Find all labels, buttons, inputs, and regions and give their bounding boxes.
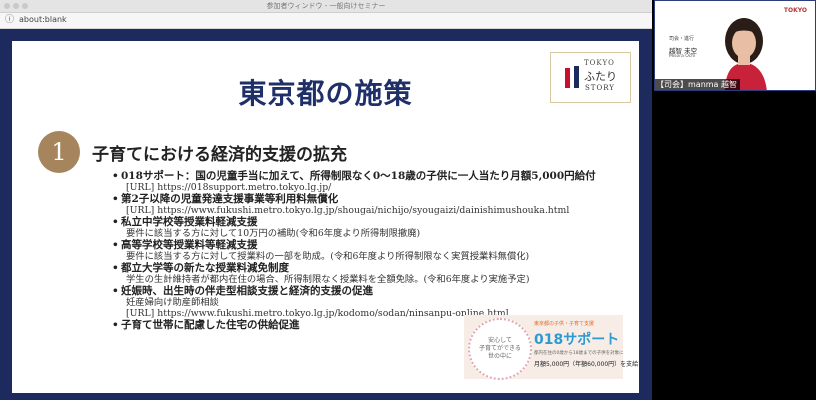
- banner-info: 東京都の子供・子育て支援 018サポート 都内在住の0歳から18歳までの子供を対…: [534, 320, 639, 376]
- section-title: 子育てにおける経済的支援の拡充: [92, 145, 347, 165]
- banner-slogan-line: 世の中に: [487, 353, 512, 360]
- slide: 東京都の施策 TOKYO ふたり STORY 1 子育てにおける経済的支援の拡充…: [12, 41, 639, 393]
- list-item-title: 私立中学校等授業料軽減支援: [112, 216, 632, 228]
- banner-slogan-line: 安心して: [488, 337, 512, 344]
- list-item-detail: 妊産婦向け助産師相談: [126, 297, 219, 308]
- logo-text-tokyo: TOKYO: [584, 59, 615, 67]
- slide-title: 東京都の施策: [238, 77, 413, 110]
- list-item: 高等学校等授業料等軽減支援 要件に該当する方に対して授業料の一部を助成。(令和6…: [112, 239, 632, 262]
- address-bar[interactable]: ⓘ about:blank: [0, 13, 652, 29]
- speaker-role: 司会・進行: [669, 36, 695, 42]
- participant-name-label: 【司会】manma 越智: [655, 79, 741, 90]
- address-text[interactable]: about:blank: [19, 15, 67, 24]
- banner-caption: 東京都の子供・子育て支援: [534, 321, 595, 327]
- list-item-title: 都立大学等の新たな授業料減免制度: [112, 262, 632, 274]
- banner-slogan-circle: 安心して 子育てができる 世の中に: [468, 318, 532, 380]
- logo-mark-icon: [565, 66, 579, 88]
- list-item-url: [URL] https://www.fukushi.metro.tokyo.lg…: [126, 205, 570, 216]
- list-item-detail: 学生の生計維持者が都内在住の場合、所得制限なく授業料を全額免除。(令和6年度より…: [126, 274, 530, 285]
- banner-amount: 月額5,000円（年額60,000円）を支給: [534, 361, 639, 368]
- policy-list: 018サポート：国の児童手当に加えて、所得制限なく0～18歳の子供に一人当たり月…: [112, 170, 632, 331]
- list-item-title: 高等学校等授業料等軽減支援: [112, 239, 632, 251]
- list-item: 妊娠時、出生時の伴走型相談支援と経済的支援の促進 妊産婦向け助産師相談 [URL…: [112, 285, 632, 319]
- list-item-detail: 要件に該当する方に対して10万円の補助(令和6年度より所得制限撤廃): [126, 228, 421, 239]
- slide-frame: 東京都の施策 TOKYO ふたり STORY 1 子育てにおける経済的支援の拡充…: [0, 29, 652, 400]
- list-item: 018サポート：国の児童手当に加えて、所得制限なく0～18歳の子供に一人当たり月…: [112, 170, 632, 193]
- banner-slogan: 安心して 子育てができる 世の中に: [470, 337, 530, 361]
- list-item-title: 第2子以降の児童発達支援事業等利用料無償化: [112, 193, 632, 205]
- banner-description: 都内在住の0歳から18歳までの子供を対象に: [534, 351, 624, 356]
- window-title: 参加者ウィンドウ - 一般向けセミナー: [266, 2, 386, 10]
- speaker-name-english: Misora Ochi: [669, 54, 696, 59]
- list-item: 第2子以降の児童発達支援事業等利用料無償化 [URL] https://www.…: [112, 193, 632, 216]
- list-item-title: 018サポート：国の児童手当に加えて、所得制限なく0～18歳の子供に一人当たり月…: [112, 170, 632, 182]
- window-titlebar: 参加者ウィンドウ - 一般向けセミナー: [0, 0, 652, 13]
- section-number-badge: 1: [38, 131, 80, 173]
- 018-support-banner: 安心して 子育てができる 世の中に 東京都の子供・子育て支援 018サポート 都…: [464, 315, 639, 380]
- list-item: 都立大学等の新たな授業料減免制度 学生の生計維持者が都内在住の場合、所得制限なく…: [112, 262, 632, 285]
- list-item: 私立中学校等授業料軽減支援 要件に該当する方に対して10万円の補助(令和6年度よ…: [112, 216, 632, 239]
- logo-text-futari: ふたり: [584, 70, 617, 83]
- list-item-detail: 要件に該当する方に対して授業料の一部を助成。(令和6年度より所得制限なく実質授業…: [126, 251, 530, 262]
- tokyo-futari-story-logo: TOKYO ふたり STORY: [550, 52, 631, 103]
- list-item-url: [URL] https://018support.metro.tokyo.lg.…: [126, 182, 332, 193]
- banner-logo-text: 018サポート: [534, 332, 620, 348]
- list-item-title: 妊娠時、出生時の伴走型相談支援と経済的支援の促進: [112, 285, 632, 297]
- page-info-icon[interactable]: ⓘ: [5, 16, 14, 25]
- banner-slogan-line: 子育てができる: [479, 345, 521, 352]
- logo-text-story: STORY: [585, 84, 615, 92]
- speaker-video-tile[interactable]: TOKYO 司会・進行 越智 未空 Misora Ochi 【司会】manma …: [654, 0, 816, 91]
- camera-background-logo: TOKYO: [783, 7, 807, 14]
